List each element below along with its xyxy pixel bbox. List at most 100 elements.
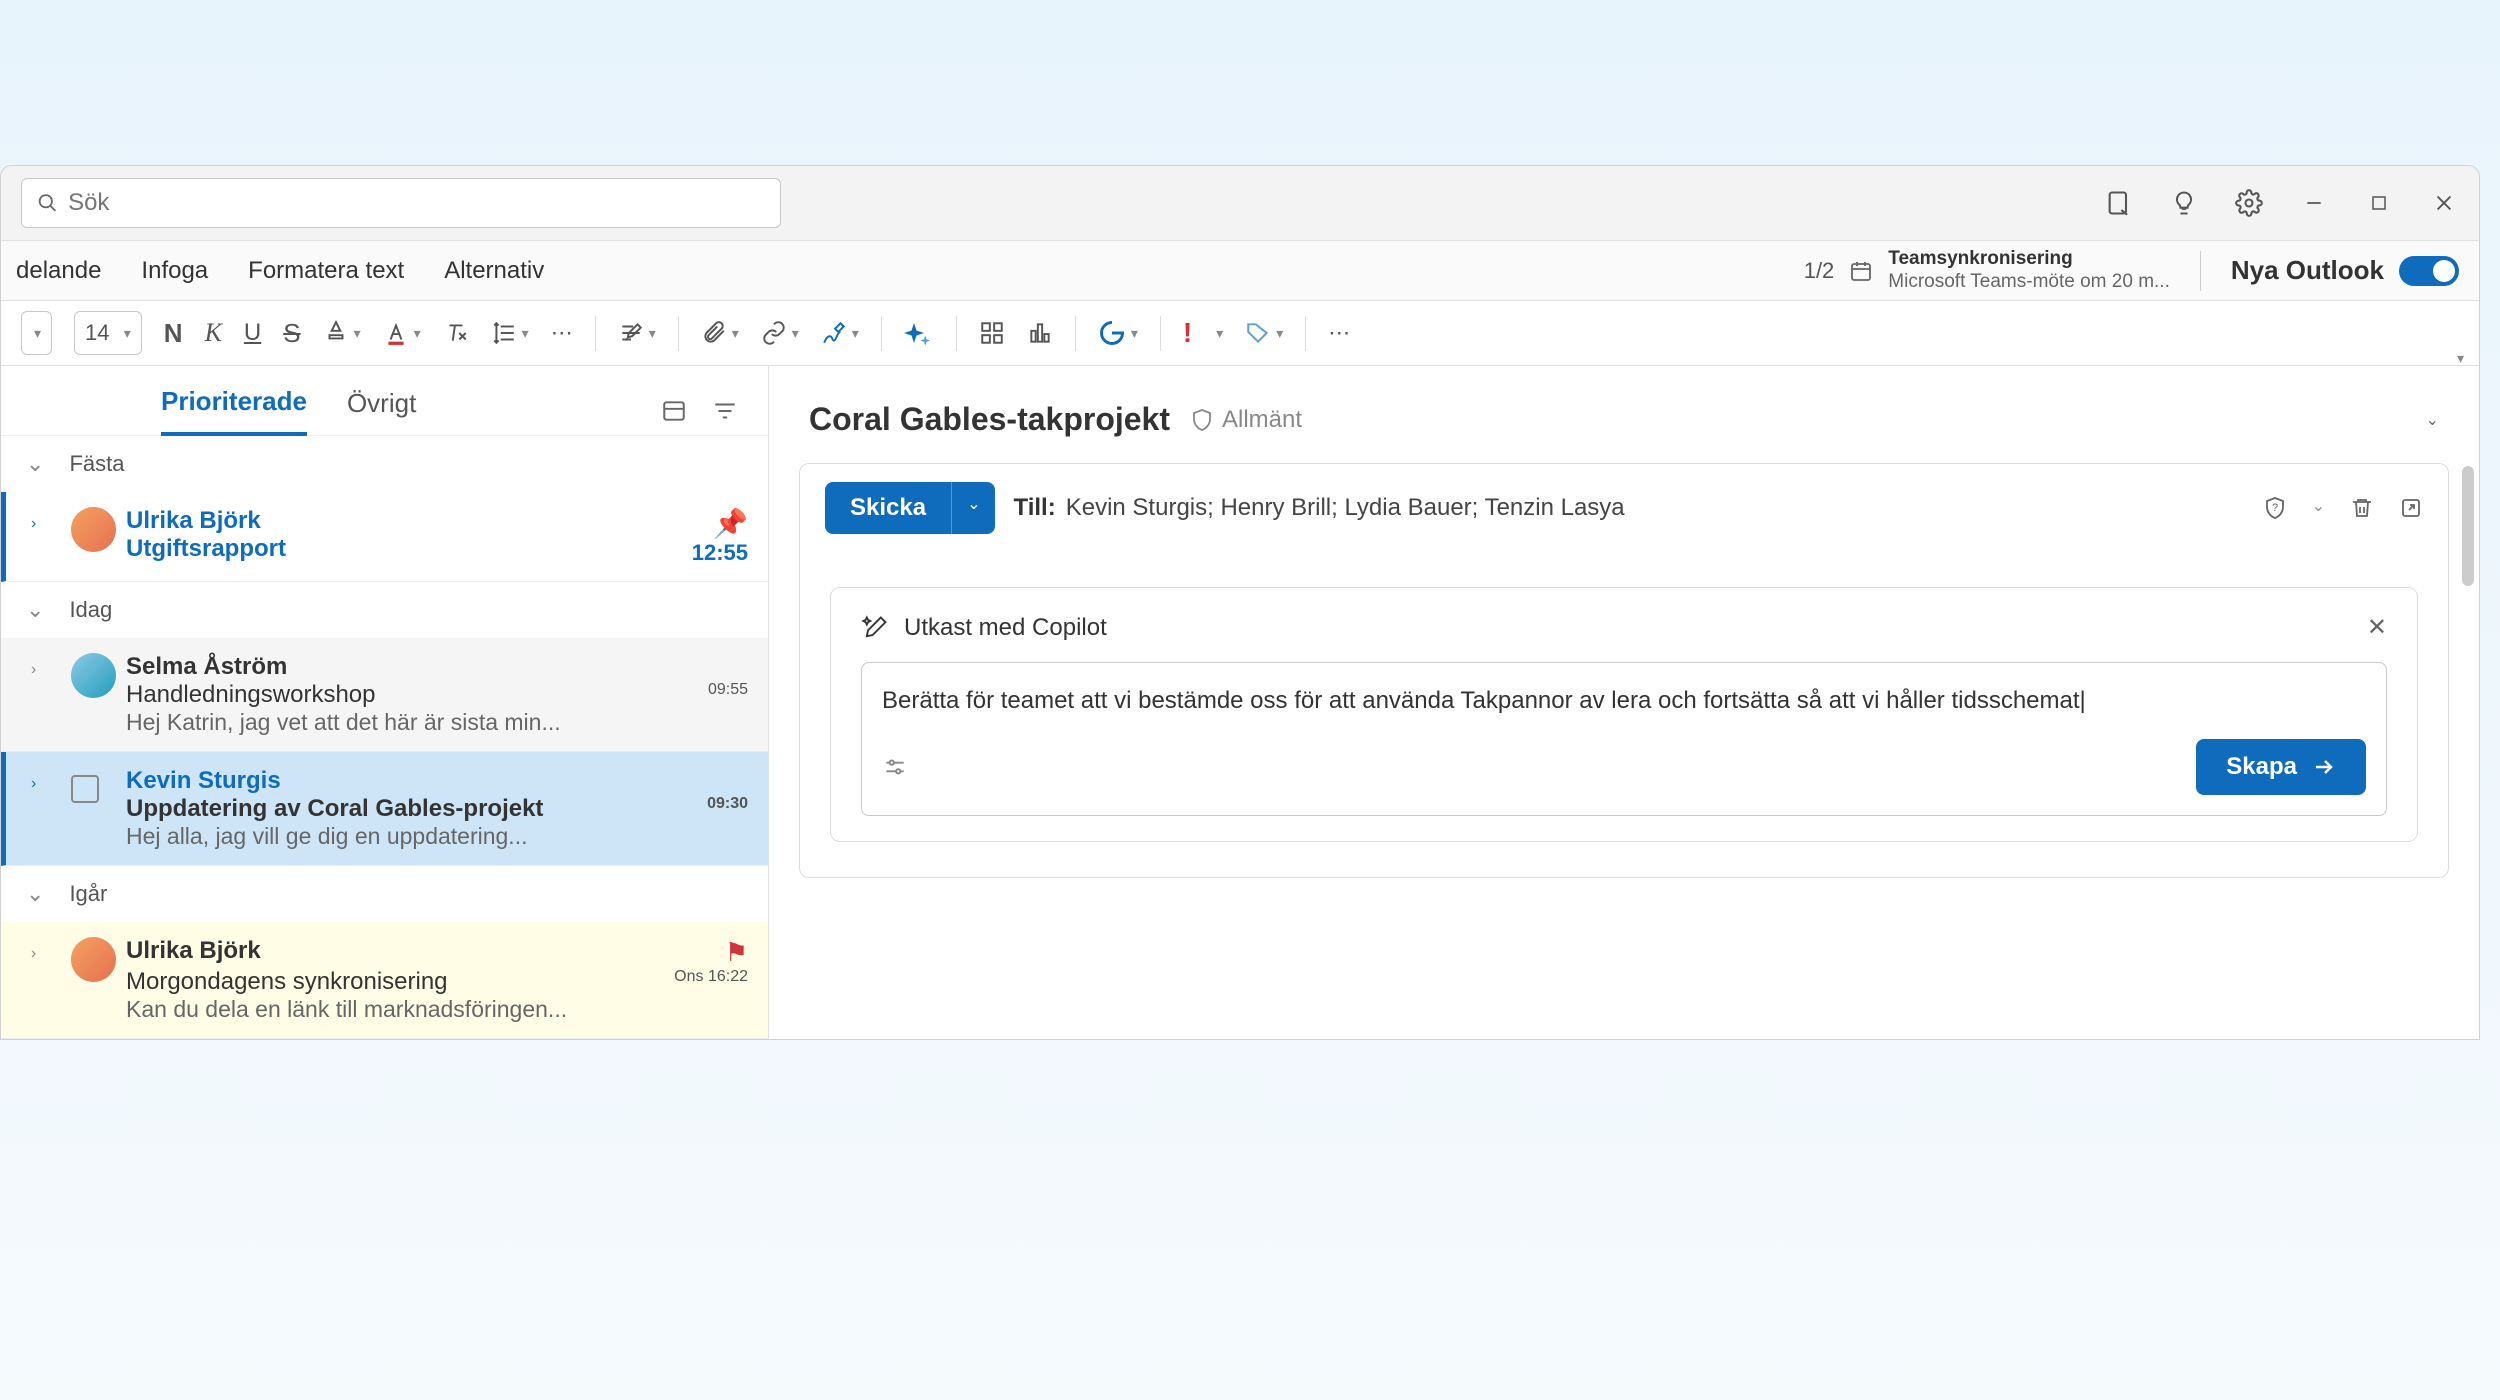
close-icon[interactable]: ✕ (2367, 613, 2387, 642)
font-family-select[interactable]: ▾ (21, 311, 52, 355)
more-options-button[interactable]: ⋯ (1328, 320, 1350, 346)
expand-icon[interactable]: › (31, 937, 71, 1023)
attach-button[interactable]: ▾ (701, 320, 739, 346)
importance-high-button[interactable]: ! (1183, 317, 1192, 349)
ribbon-expand-button[interactable]: ▾ (2455, 350, 2464, 367)
email-item[interactable]: › Selma Åström Handledningsworkshop 09:5… (1, 638, 768, 752)
apps-button[interactable] (979, 320, 1005, 346)
chevron-down-icon[interactable]: ⌄ (2312, 496, 2325, 520)
scrollbar[interactable] (2462, 466, 2474, 966)
styles-button[interactable]: ▾ (618, 320, 656, 346)
svg-text:?: ? (2272, 502, 2278, 514)
copilot-draft-icon (861, 614, 889, 642)
copilot-footer: Skapa (882, 739, 2366, 795)
tab-message-partial[interactable]: delande (16, 252, 101, 290)
email-sender: Selma Åström (126, 653, 748, 681)
email-subject: Uppdatering av Coral Gables-projekt (126, 795, 543, 823)
compose-header: Skicka ⌄ Till: Kevin Sturgis; Henry Bril… (800, 464, 2448, 552)
compose-card: Skicka ⌄ Till: Kevin Sturgis; Henry Bril… (799, 463, 2449, 878)
page-indicator: 1/2 (1804, 258, 1835, 284)
email-preview: Hej Katrin, jag vet att det här är sista… (126, 709, 748, 736)
copilot-icon[interactable] (904, 318, 934, 348)
highlight-button[interactable]: ▾ (323, 320, 361, 346)
bold-button[interactable]: N (164, 318, 183, 349)
italic-button[interactable]: K (205, 318, 222, 348)
tab-focused[interactable]: Prioriterade (161, 386, 307, 436)
lightbulb-icon[interactable] (2169, 188, 2199, 218)
search-input[interactable] (68, 189, 765, 217)
meeting-reminder[interactable]: Teamsynkronisering Microsoft Teams-möte … (1888, 248, 2170, 294)
tab-format-text[interactable]: Formatera text (248, 252, 404, 290)
delete-icon[interactable] (2350, 496, 2374, 520)
send-button[interactable]: Skicka (825, 482, 951, 534)
email-time: Ons 16:22 (674, 968, 748, 996)
line-spacing-button[interactable]: ▾ (491, 320, 529, 346)
email-checkbox[interactable] (71, 775, 99, 803)
flag-icon[interactable]: ⚑ (725, 937, 748, 968)
signature-button[interactable]: ▾ (821, 320, 859, 346)
tab-insert[interactable]: Infoga (141, 252, 208, 290)
scrollbar-thumb[interactable] (2462, 466, 2474, 586)
copilot-prompt-text: Berätta för teamet att vi bestämde oss f… (882, 683, 2366, 719)
gear-icon[interactable] (2234, 188, 2264, 218)
layout-icon[interactable] (661, 398, 687, 424)
tag-button[interactable]: ▾ (1245, 320, 1283, 346)
popout-icon[interactable] (2399, 496, 2423, 520)
copilot-header: Utkast med Copilot ✕ (861, 613, 2387, 642)
send-options-button[interactable]: ⌄ (951, 482, 995, 534)
create-button[interactable]: Skapa (2196, 739, 2366, 795)
poll-button[interactable] (1027, 320, 1053, 346)
close-button[interactable] (2429, 188, 2459, 218)
filter-icon[interactable] (712, 398, 738, 424)
email-item-flagged[interactable]: › Ulrika Björk ⚑ Morgondagens synkronise… (1, 922, 768, 1039)
expand-icon[interactable]: › (31, 507, 71, 566)
tab-options[interactable]: Alternativ (444, 252, 544, 290)
adjust-icon[interactable] (882, 754, 908, 780)
title-bar (1, 166, 2479, 241)
section-pinned[interactable]: ⌄ Fästa (1, 436, 768, 492)
email-preview: Kan du dela en länk till marknadsföringe… (126, 996, 748, 1023)
expand-icon[interactable]: › (31, 767, 71, 850)
tab-other[interactable]: Övrigt (347, 388, 416, 434)
calendar-icon[interactable] (1849, 259, 1873, 283)
underline-button[interactable]: U (244, 319, 261, 347)
notes-icon[interactable] (2104, 188, 2134, 218)
clear-formatting-button[interactable] (443, 320, 469, 346)
search-icon (37, 192, 58, 214)
chevron-down-icon: ⌄ (26, 597, 44, 623)
font-size-select[interactable]: 14 ▾ (74, 311, 142, 355)
copilot-title: Utkast med Copilot (904, 614, 1107, 642)
thread-expand-icon[interactable]: ⌄ (2426, 410, 2439, 430)
inbox-tabs: Prioriterade Övrigt (1, 366, 768, 436)
divider (881, 316, 882, 351)
maximize-button[interactable] (2364, 188, 2394, 218)
to-recipients: Kevin Sturgis; Henry Brill; Lydia Bauer;… (1066, 494, 1625, 522)
divider (1160, 316, 1161, 351)
to-field[interactable]: Till: Kevin Sturgis; Henry Brill; Lydia … (1013, 494, 2244, 522)
chevron-down-icon: ⌄ (26, 451, 44, 477)
email-sender: Ulrika Björk (126, 507, 692, 535)
section-today[interactable]: ⌄ Idag (1, 582, 768, 638)
expand-icon[interactable]: › (31, 653, 71, 736)
shield-icon (1190, 408, 1214, 432)
avatar (71, 937, 116, 982)
email-time: 12:55 (692, 540, 748, 566)
thread-sensitivity: Allmänt (1190, 406, 1302, 434)
search-box[interactable] (21, 178, 781, 228)
arrow-right-icon (2312, 755, 2336, 779)
shield-options-icon[interactable]: ? (2263, 496, 2287, 520)
more-formatting-button[interactable]: ⋯ (551, 320, 573, 346)
new-outlook-toggle[interactable] (2399, 256, 2459, 286)
pin-icon[interactable]: 📌 (692, 507, 748, 540)
link-button[interactable]: ▾ (761, 320, 799, 346)
email-item-pinned[interactable]: › Ulrika Björk Utgiftsrapport 📌 12:55 (1, 492, 768, 582)
font-color-button[interactable]: ▾ (383, 320, 421, 346)
loop-button[interactable]: ▾ (1098, 319, 1138, 347)
strikethrough-button[interactable]: S (283, 318, 300, 349)
reading-pane: Coral Gables-takprojekt Allmänt ⌄ Skicka… (769, 366, 2479, 1039)
email-subject: Utgiftsrapport (126, 535, 692, 563)
section-yesterday[interactable]: ⌄ Igår (1, 866, 768, 922)
email-item-selected[interactable]: › Kevin Sturgis Uppdatering av Coral Gab… (1, 752, 768, 866)
copilot-prompt-box[interactable]: Berätta för teamet att vi bestämde oss f… (861, 662, 2387, 816)
minimize-button[interactable] (2299, 188, 2329, 218)
